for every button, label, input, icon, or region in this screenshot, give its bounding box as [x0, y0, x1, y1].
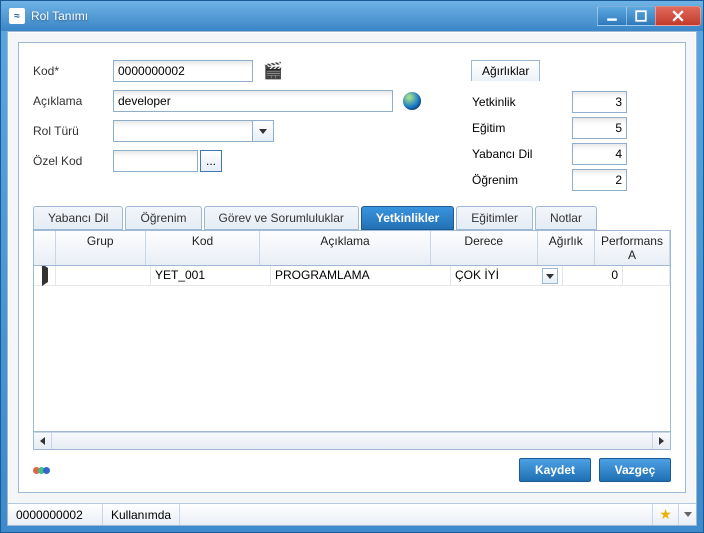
status-bar: 0000000002 Kullanımda ★ — [8, 503, 696, 525]
grid-header-grup[interactable]: Grup — [56, 231, 147, 265]
cell-kod[interactable]: YET_001 — [151, 266, 271, 285]
ozelkod-input[interactable] — [113, 150, 198, 172]
weight-ogrenim-input[interactable] — [572, 169, 627, 191]
tab-egitimler[interactable]: Eğitimler — [456, 206, 533, 230]
kaydet-button[interactable]: Kaydet — [519, 458, 591, 482]
tab-ogrenim[interactable]: Öğrenim — [125, 206, 201, 230]
weight-yabancidil-input[interactable] — [572, 143, 627, 165]
window-frame: ≈ Rol Tanımı Kod* 🎬 — [0, 0, 704, 533]
rolturu-label: Rol Türü — [33, 124, 113, 138]
grid-header-derece[interactable]: Derece — [431, 231, 538, 265]
status-state: Kullanımda — [103, 504, 180, 525]
form-area: Kod* 🎬 Açıklama Rol Türü — [19, 43, 685, 206]
weight-yetkinlik-input[interactable] — [572, 91, 627, 113]
close-button[interactable] — [655, 6, 701, 26]
grid-header-row: Grup Kod Açıklama Derece Ağırlık Perform… — [33, 230, 671, 266]
grid-header-performans[interactable]: Performans A — [595, 231, 670, 265]
kod-input[interactable] — [113, 60, 253, 82]
scroll-left-button[interactable] — [34, 433, 52, 449]
weight-egitim-input[interactable] — [572, 117, 627, 139]
tab-yetkinlikler[interactable]: Yetkinlikler — [361, 206, 454, 230]
client-area: Kod* 🎬 Açıklama Rol Türü — [7, 31, 697, 526]
horizontal-scrollbar[interactable] — [33, 432, 671, 450]
aciklama-label: Açıklama — [33, 94, 113, 108]
status-spacer — [180, 504, 652, 525]
weight-egitim-label: Eğitim — [472, 121, 572, 135]
role-form: Kod* 🎬 Açıklama Rol Türü — [33, 59, 451, 196]
cell-grup[interactable] — [56, 266, 151, 285]
weights-panel: Ağırlıklar Yetkinlik Eğitim Yabancı Dil — [471, 59, 671, 196]
titlebar: ≈ Rol Tanımı — [1, 1, 703, 31]
globe-icon[interactable] — [403, 92, 421, 110]
cell-agirlik[interactable]: 0 — [563, 266, 623, 285]
cell-performans[interactable] — [623, 266, 670, 285]
weights-header: Ağırlıklar — [471, 60, 540, 81]
cell-derece[interactable]: ÇOK İYİ — [451, 266, 563, 285]
color-config-icon[interactable] — [33, 467, 50, 474]
tab-strip: Yabancı Dil Öğrenim Görev ve Sorumlulukl… — [33, 206, 671, 230]
tab-yabancidil[interactable]: Yabancı Dil — [33, 206, 123, 230]
ozelkod-label: Özel Kod — [33, 154, 113, 168]
rolturu-dropdown-button[interactable] — [252, 120, 274, 142]
content-panel: Kod* 🎬 Açıklama Rol Türü — [18, 42, 686, 493]
tab-notlar[interactable]: Notlar — [535, 206, 597, 230]
table-row[interactable]: YET_001 PROGRAMLAMA ÇOK İYİ 0 — [34, 266, 670, 286]
grid-header-agirlik[interactable]: Ağırlık — [538, 231, 595, 265]
footer-strip: Kaydet Vazgeç — [33, 458, 671, 482]
grid-header-kod[interactable]: Kod — [146, 231, 260, 265]
grid-header-selector[interactable] — [34, 231, 56, 265]
aciklama-input[interactable] — [113, 90, 393, 112]
cell-derece-value: ÇOK İYİ — [455, 268, 540, 283]
favorite-icon[interactable]: ★ — [652, 504, 678, 525]
clapper-icon[interactable]: 🎬 — [263, 61, 283, 81]
scroll-track[interactable] — [52, 433, 652, 449]
grid-panel: Grup Kod Açıklama Derece Ağırlık Perform… — [33, 230, 671, 450]
scroll-right-button[interactable] — [652, 433, 670, 449]
status-code: 0000000002 — [8, 504, 103, 525]
weight-yetkinlik-label: Yetkinlik — [472, 95, 572, 109]
status-config-button[interactable] — [678, 504, 696, 525]
cell-derece-dropdown-button[interactable] — [542, 268, 558, 284]
app-icon: ≈ — [9, 8, 25, 24]
cell-aciklama[interactable]: PROGRAMLAMA — [271, 266, 451, 285]
weight-yabancidil-label: Yabancı Dil — [472, 147, 572, 161]
vazgec-button[interactable]: Vazgeç — [599, 458, 671, 482]
ozelkod-browse-button[interactable]: ... — [200, 150, 222, 172]
grid-body[interactable]: YET_001 PROGRAMLAMA ÇOK İYİ 0 — [33, 266, 671, 432]
minimize-button[interactable] — [597, 6, 627, 26]
weight-ogrenim-label: Öğrenim — [472, 173, 572, 187]
maximize-button[interactable] — [626, 6, 656, 26]
grid-header-aciklama[interactable]: Açıklama — [260, 231, 431, 265]
rolturu-input[interactable] — [113, 120, 253, 142]
tab-gorev-sorumluluk[interactable]: Görev ve Sorumluluklar — [204, 206, 359, 230]
kod-label: Kod* — [33, 64, 113, 78]
window-title: Rol Tanımı — [31, 9, 88, 23]
row-indicator — [34, 266, 56, 285]
